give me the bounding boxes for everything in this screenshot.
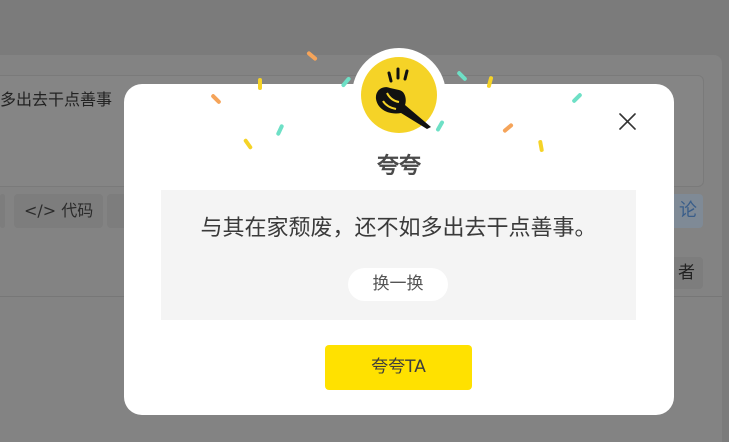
praise-badge	[352, 48, 446, 142]
praise-quote: 与其在家颓废，还不如多出去干点善事。	[200, 216, 597, 241]
confetti-piece	[258, 78, 262, 90]
clapping-hands-icon	[375, 67, 431, 129]
quote-panel: 与其在家颓废，还不如多出去干点善事。 换一换	[161, 190, 636, 320]
modal-title: 夸夸	[376, 154, 421, 179]
code-icon: </>	[24, 201, 57, 220]
close-icon	[619, 113, 636, 130]
background-comment-label: 论	[679, 200, 697, 221]
background-toolbar-button-partial	[0, 194, 5, 228]
background-code-button: </> 代码	[14, 194, 104, 228]
close-button[interactable]	[612, 108, 642, 138]
praise-button[interactable]: 夸夸TA	[325, 345, 472, 390]
background-code-label: 代码	[61, 201, 94, 220]
swap-button[interactable]: 换一换	[348, 268, 448, 301]
badge-background	[361, 57, 437, 133]
background-author-label: 者	[678, 263, 695, 283]
background-editor-text: 多出去干点善事	[0, 90, 113, 109]
